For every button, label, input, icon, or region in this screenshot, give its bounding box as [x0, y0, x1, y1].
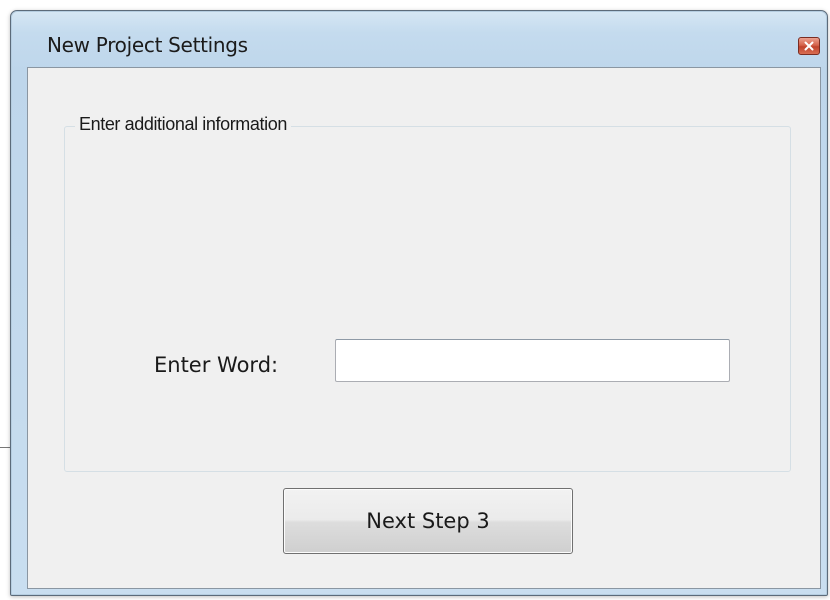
title-bar[interactable]: New Project Settings: [11, 11, 827, 67]
dialog-window: New Project Settings Enter additional in…: [10, 10, 828, 596]
close-icon: [804, 41, 814, 51]
enter-word-label: Enter Word:: [154, 353, 279, 377]
group-title: Enter additional information: [75, 114, 291, 135]
background-divider: [0, 447, 10, 448]
additional-info-group: Enter additional information Enter Word:: [64, 114, 791, 472]
close-button[interactable]: [798, 37, 820, 55]
word-input[interactable]: [335, 339, 730, 382]
screen: New Project Settings Enter additional in…: [0, 0, 830, 600]
next-step-button[interactable]: Next Step 3: [283, 488, 573, 554]
window-title: New Project Settings: [47, 33, 248, 57]
dialog-content: Enter additional information Enter Word:…: [27, 67, 821, 589]
